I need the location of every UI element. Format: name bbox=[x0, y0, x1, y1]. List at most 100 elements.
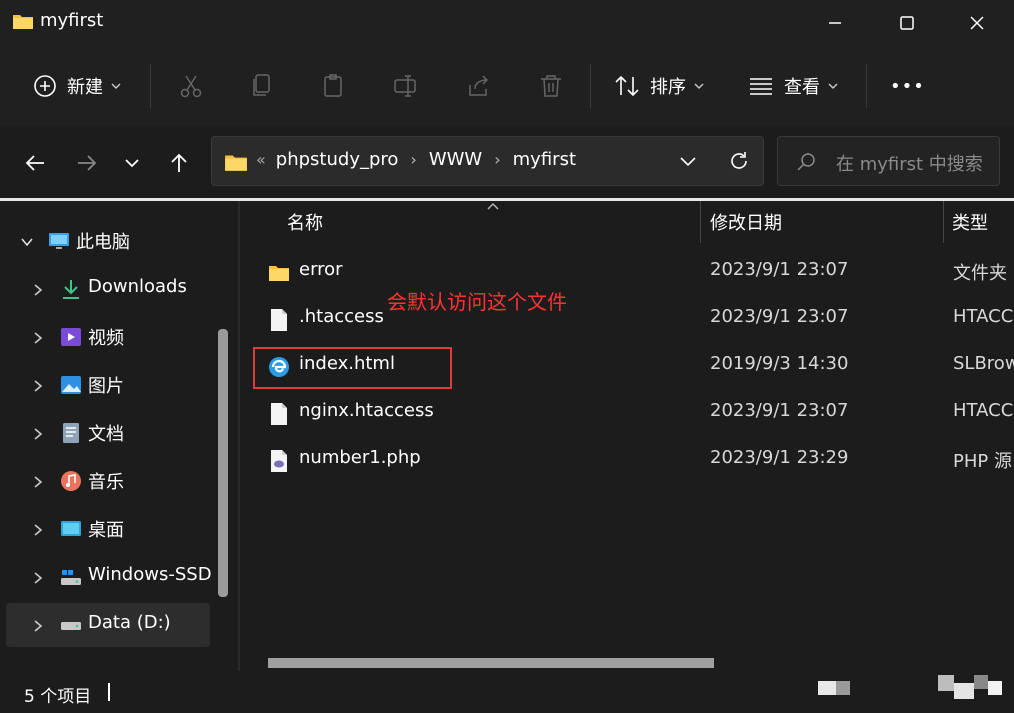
copy-icon bbox=[253, 74, 270, 96]
copy-button[interactable] bbox=[250, 66, 276, 106]
plus-circle-icon bbox=[34, 75, 56, 97]
watermark-pixel bbox=[954, 683, 974, 699]
chevron-right-icon[interactable] bbox=[32, 619, 44, 633]
breadcrumb-separator[interactable]: › bbox=[410, 150, 416, 169]
column-header-type[interactable]: 类型 bbox=[952, 201, 988, 243]
close-button[interactable] bbox=[942, 0, 1012, 46]
sidebar-item-music[interactable]: 音乐 bbox=[6, 459, 210, 503]
breadcrumb-item[interactable]: WWW bbox=[429, 149, 482, 170]
minimize-icon bbox=[829, 22, 841, 24]
sort-button[interactable]: 排序 bbox=[614, 66, 704, 106]
view-button[interactable]: 查看 bbox=[748, 66, 838, 106]
sidebar-item-videos[interactable]: 视频 bbox=[6, 315, 210, 359]
address-bar[interactable]: « phpstudy_pro › WWW › myfirst bbox=[211, 136, 764, 186]
breadcrumb: « phpstudy_pro › WWW › myfirst bbox=[256, 149, 576, 170]
chevron-down-icon bbox=[125, 159, 139, 168]
chevron-down-icon bbox=[828, 83, 838, 89]
cut-button[interactable] bbox=[178, 66, 204, 106]
window-title: myfirst bbox=[40, 10, 104, 31]
rename-button[interactable] bbox=[393, 66, 419, 106]
file-type: HTACCESS bbox=[953, 400, 1014, 421]
new-label: 新建 bbox=[67, 77, 103, 98]
chevron-right-icon[interactable] bbox=[32, 523, 44, 537]
file-type: PHP 源 bbox=[953, 451, 1012, 472]
folder-icon bbox=[225, 155, 247, 171]
chevron-down-icon[interactable] bbox=[20, 235, 34, 249]
search-icon bbox=[797, 153, 815, 171]
sidebar-item-desktop[interactable]: 桌面 bbox=[6, 507, 210, 551]
drive-icon bbox=[61, 570, 81, 585]
breadcrumb-item[interactable]: phpstudy_pro bbox=[276, 149, 399, 170]
sidebar-item-label: Downloads bbox=[88, 276, 187, 297]
chevron-right-icon[interactable] bbox=[32, 283, 44, 297]
file-date: 2023/9/1 23:07 bbox=[710, 306, 849, 327]
sidebar-item-documents[interactable]: 文档 bbox=[6, 411, 210, 455]
file-icon bbox=[271, 309, 287, 331]
recent-locations-button[interactable] bbox=[115, 146, 149, 180]
divider bbox=[866, 64, 867, 108]
file-name: number1.php bbox=[299, 447, 421, 468]
watermark-pixel bbox=[938, 675, 954, 691]
clipboard-icon bbox=[324, 74, 342, 97]
file-name: nginx.htaccess bbox=[299, 400, 434, 421]
chevron-down-icon bbox=[694, 83, 704, 89]
delete-button[interactable] bbox=[538, 66, 564, 106]
maximize-button[interactable] bbox=[872, 0, 942, 46]
view-label: 查看 bbox=[784, 77, 820, 98]
chevron-right-icon[interactable] bbox=[32, 331, 44, 345]
breadcrumb-overflow[interactable]: « bbox=[256, 150, 266, 169]
sidebar-item-windows-ssd[interactable]: Windows-SSD bbox=[6, 555, 212, 599]
video-icon bbox=[61, 328, 81, 346]
file-type: HTACCESS bbox=[953, 306, 1014, 327]
refresh-icon[interactable] bbox=[728, 150, 750, 172]
file-date: 2023/9/1 23:29 bbox=[710, 447, 849, 468]
column-header-date[interactable]: 修改日期 bbox=[710, 201, 782, 243]
navigation-pane: 此电脑 Downloads 视频 图片 文档 音乐 桌面 Windows-SSD… bbox=[0, 201, 238, 671]
chevron-right-icon[interactable] bbox=[32, 427, 44, 441]
more-button[interactable]: ••• bbox=[890, 66, 925, 106]
file-type: 文件夹 bbox=[953, 263, 1007, 284]
horizontal-scrollbar[interactable] bbox=[268, 658, 714, 668]
music-icon bbox=[61, 471, 81, 491]
file-explorer-window: myfirst 新建 排序 查看 ••• « phpstudy_pro › WW… bbox=[0, 0, 1014, 713]
file-row[interactable]: .htaccess 2023/9/1 23:07 HTACCESS bbox=[258, 296, 1014, 342]
sidebar-item-label: 视频 bbox=[88, 328, 124, 349]
sidebar-item-pictures[interactable]: 图片 bbox=[6, 363, 210, 407]
file-row[interactable]: number1.php 2023/9/1 23:29 PHP 源 bbox=[258, 437, 1014, 483]
paste-button[interactable] bbox=[321, 66, 347, 106]
trash-icon bbox=[541, 75, 561, 97]
file-row[interactable]: nginx.htaccess 2023/9/1 23:07 HTACCESS bbox=[258, 390, 1014, 436]
column-divider[interactable] bbox=[943, 201, 944, 243]
file-type: SLBrowser bbox=[953, 353, 1014, 374]
chevron-right-icon[interactable] bbox=[32, 475, 44, 489]
more-icon: ••• bbox=[890, 75, 925, 97]
chevron-right-icon[interactable] bbox=[32, 379, 44, 393]
sidebar-item-this-pc[interactable]: 此电脑 bbox=[6, 219, 210, 263]
view-list-icon bbox=[750, 78, 772, 95]
share-button[interactable] bbox=[466, 66, 492, 106]
chevron-down-icon[interactable] bbox=[678, 151, 698, 171]
breadcrumb-item[interactable]: myfirst bbox=[513, 149, 576, 170]
breadcrumb-separator[interactable]: › bbox=[494, 150, 500, 169]
sidebar-item-downloads[interactable]: Downloads bbox=[6, 267, 210, 311]
forward-button[interactable] bbox=[70, 146, 104, 180]
column-divider[interactable] bbox=[700, 201, 701, 243]
sidebar-item-data-d[interactable]: Data (D:) bbox=[6, 603, 210, 647]
file-row[interactable]: error 2023/9/1 23:07 文件夹 bbox=[258, 249, 1014, 295]
annotation-highlight-box bbox=[253, 347, 452, 389]
column-header-name[interactable]: 名称 bbox=[287, 201, 323, 243]
share-icon bbox=[469, 75, 489, 96]
sort-icon bbox=[615, 75, 639, 97]
back-button[interactable] bbox=[18, 146, 52, 180]
up-button[interactable] bbox=[162, 146, 196, 180]
minimize-button[interactable] bbox=[800, 0, 870, 46]
search-box[interactable]: 在 myfirst 中搜索 bbox=[777, 136, 1000, 186]
sidebar-scrollbar[interactable] bbox=[218, 329, 228, 597]
chevron-down-icon bbox=[111, 83, 121, 89]
chevron-right-icon[interactable] bbox=[32, 571, 44, 585]
file-name: .htaccess bbox=[299, 306, 384, 327]
sidebar-item-label: Data (D:) bbox=[88, 612, 171, 633]
new-button[interactable]: 新建 bbox=[33, 66, 121, 106]
sidebar-item-label: 文档 bbox=[88, 424, 124, 445]
php-file-icon bbox=[271, 450, 287, 472]
